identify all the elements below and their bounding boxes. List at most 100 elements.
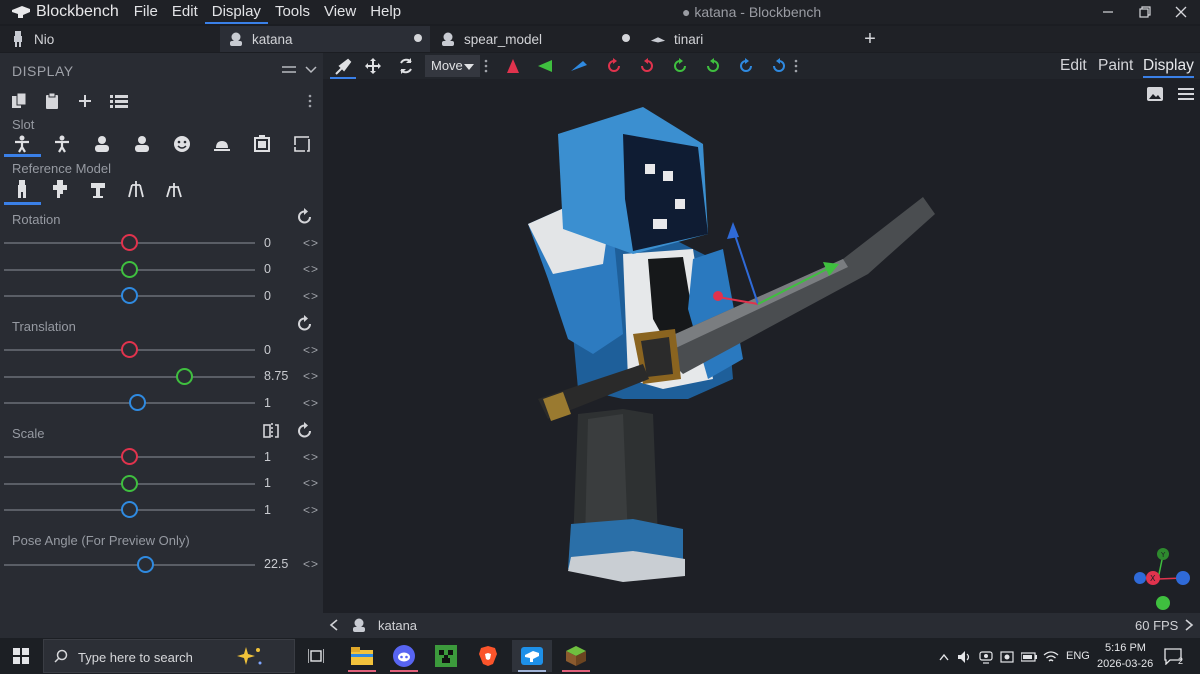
- firstperson-left-slot-icon[interactable]: [130, 133, 154, 155]
- translation-x-stepper-icon[interactable]: <>: [303, 343, 319, 357]
- mode-display[interactable]: Display: [1143, 57, 1194, 78]
- mirror-x-icon[interactable]: [503, 56, 523, 76]
- player-reference-icon[interactable]: [10, 178, 34, 200]
- more-options-icon[interactable]: [306, 91, 314, 111]
- pose-angle-stepper-icon[interactable]: <>: [303, 557, 319, 571]
- clock-time[interactable]: 5:16 PM: [1105, 642, 1146, 654]
- language-indicator[interactable]: ENG: [1066, 650, 1090, 662]
- chevron-left-icon[interactable]: [329, 619, 339, 631]
- unsaved-dot-icon[interactable]: [414, 34, 422, 42]
- preset-list-icon[interactable]: [109, 91, 129, 111]
- zombie-reference-icon[interactable]: [48, 178, 72, 200]
- rotation-y-stepper-icon[interactable]: <>: [303, 262, 319, 276]
- translation-y-stepper-icon[interactable]: <>: [303, 369, 319, 383]
- tab-tinari[interactable]: tinari: [646, 26, 846, 52]
- windows-start-icon[interactable]: [13, 648, 29, 664]
- blockbench-app[interactable]: [512, 640, 552, 672]
- translation-y-knob[interactable]: [175, 368, 193, 385]
- thirdperson-left-slot-icon[interactable]: [50, 133, 74, 155]
- tool-mode-select[interactable]: Move: [425, 55, 480, 77]
- rotation-x-knob[interactable]: [121, 234, 138, 251]
- volume-icon[interactable]: [957, 650, 971, 664]
- reset-scale-icon[interactable]: [296, 422, 314, 440]
- new-tab-button[interactable]: +: [860, 26, 880, 52]
- armor-stand-reference-icon[interactable]: [86, 178, 110, 200]
- translation-x-knob[interactable]: [121, 341, 138, 358]
- rotation-z-knob[interactable]: [121, 287, 138, 304]
- fixed-slot-icon[interactable]: [250, 133, 274, 155]
- rotate-y-ccw-icon[interactable]: [703, 56, 723, 76]
- minimize-button[interactable]: [1090, 0, 1126, 24]
- 3d-viewport[interactable]: Y X: [323, 79, 1200, 613]
- translation-y-slider[interactable]: [4, 376, 255, 378]
- tab-katana[interactable]: katana: [220, 26, 430, 52]
- pose-angle-slider[interactable]: [4, 564, 255, 566]
- translation-y-value[interactable]: 8.75: [264, 369, 288, 383]
- rotate-z-cw-icon[interactable]: [736, 56, 756, 76]
- minecraft-app[interactable]: [556, 640, 596, 672]
- paste-icon[interactable]: [42, 91, 62, 111]
- mirror-scale-icon[interactable]: [262, 422, 280, 440]
- rotation-x-stepper-icon[interactable]: <>: [303, 236, 319, 250]
- scale-y-knob[interactable]: [121, 475, 138, 492]
- clock-date[interactable]: 2026-03-26: [1097, 658, 1153, 670]
- chevron-right-icon[interactable]: [1184, 619, 1194, 631]
- scale-z-knob[interactable]: [121, 501, 138, 518]
- axis-navigator-icon[interactable]: Y X: [1128, 542, 1198, 612]
- copy-icon[interactable]: [9, 91, 29, 111]
- translation-z-value[interactable]: 1: [264, 396, 271, 410]
- menu-view[interactable]: View: [317, 0, 363, 24]
- close-window-button[interactable]: [1163, 0, 1199, 24]
- rotation-z-stepper-icon[interactable]: <>: [303, 289, 319, 303]
- discord-app[interactable]: [384, 640, 424, 672]
- rotate-x-ccw-icon[interactable]: [637, 56, 657, 76]
- rotation-x-value[interactable]: 0: [264, 236, 271, 250]
- scale-x-knob[interactable]: [121, 448, 138, 465]
- unsaved-dot-icon[interactable]: [622, 34, 630, 42]
- scale-x-stepper-icon[interactable]: <>: [303, 450, 319, 464]
- screen-capture-icon[interactable]: [1000, 650, 1014, 664]
- scale-z-value[interactable]: 1: [264, 503, 271, 517]
- scale-z-stepper-icon[interactable]: <>: [303, 503, 319, 517]
- menu-display[interactable]: Display: [204, 0, 268, 24]
- mode-paint[interactable]: Paint: [1098, 57, 1133, 75]
- rotate-y-cw-icon[interactable]: [670, 56, 690, 76]
- scale-y-value[interactable]: 1: [264, 476, 271, 490]
- reset-rotation-icon[interactable]: [296, 208, 314, 226]
- webcam-icon[interactable]: [979, 650, 993, 664]
- tab-nio[interactable]: Nio: [10, 26, 210, 52]
- display-tool-icon[interactable]: [330, 56, 356, 79]
- reset-translation-icon[interactable]: [296, 315, 314, 333]
- pose-angle-knob[interactable]: [136, 556, 154, 573]
- monitor-reference-icon[interactable]: [162, 178, 186, 200]
- toolbar-overflow-icon[interactable]: [793, 56, 799, 76]
- menu-help[interactable]: Help: [363, 0, 408, 24]
- restore-button[interactable]: [1127, 0, 1163, 24]
- rotate-z-ccw-icon[interactable]: [769, 56, 789, 76]
- mode-edit[interactable]: Edit: [1060, 57, 1087, 75]
- brave-browser-app[interactable]: [468, 640, 508, 672]
- panel-menu-icon[interactable]: [282, 61, 296, 77]
- gui-slot-icon[interactable]: [290, 133, 314, 155]
- menu-tools[interactable]: Tools: [268, 0, 317, 24]
- add-preset-icon[interactable]: [75, 91, 95, 111]
- firstperson-right-slot-icon[interactable]: [90, 133, 114, 155]
- menu-edit[interactable]: Edit: [165, 0, 205, 24]
- translation-x-value[interactable]: 0: [264, 343, 271, 357]
- baby-zombie-reference-icon[interactable]: [124, 178, 148, 200]
- ground-slot-icon[interactable]: [210, 133, 234, 155]
- rotation-y-value[interactable]: 0: [264, 262, 271, 276]
- menu-file[interactable]: File: [127, 0, 165, 24]
- rotation-z-value[interactable]: 0: [264, 289, 271, 303]
- taskbar-search-box[interactable]: Type here to search: [43, 639, 295, 673]
- task-view-icon[interactable]: [308, 648, 324, 664]
- rotation-y-knob[interactable]: [121, 261, 138, 278]
- wifi-icon[interactable]: [1043, 650, 1059, 664]
- scale-x-value[interactable]: 1: [264, 450, 271, 464]
- pose-angle-value[interactable]: 22.5: [264, 557, 288, 571]
- scale-y-stepper-icon[interactable]: <>: [303, 476, 319, 490]
- file-explorer-app[interactable]: [342, 640, 382, 672]
- toolbar-more-icon[interactable]: [483, 56, 489, 76]
- translation-z-stepper-icon[interactable]: <>: [303, 396, 319, 410]
- head-slot-icon[interactable]: [170, 133, 194, 155]
